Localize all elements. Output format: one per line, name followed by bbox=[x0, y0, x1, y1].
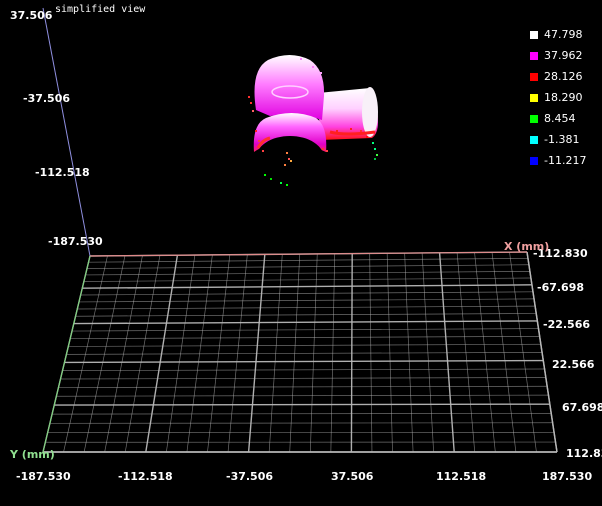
y-tick-label: 187.530 bbox=[542, 470, 592, 483]
grid-line bbox=[75, 313, 537, 317]
legend-item: 18.290 bbox=[530, 87, 600, 108]
x-tick-label: -22.566 bbox=[543, 318, 590, 331]
point-cloud-scene[interactable]: 37.506 -37.506 -112.518 -187.530 -112.83… bbox=[0, 0, 602, 506]
legend-item: 28.126 bbox=[530, 66, 600, 87]
scatter-point bbox=[374, 148, 376, 150]
grid-line bbox=[52, 413, 552, 415]
y-tick-label: -112.518 bbox=[118, 470, 173, 483]
3d-viewport[interactable]: 37.506 -37.506 -112.518 -187.530 -112.83… bbox=[0, 0, 602, 506]
x-axis-line bbox=[89, 251, 528, 257]
y-tick-label: 112.518 bbox=[436, 470, 486, 483]
legend-swatch bbox=[530, 135, 538, 144]
legend-value: 28.126 bbox=[544, 70, 583, 83]
grid-line bbox=[54, 403, 550, 406]
legend-value: -1.381 bbox=[544, 133, 580, 146]
legend-value: 18.290 bbox=[544, 91, 583, 104]
point-cloud-object bbox=[248, 55, 378, 186]
x-tick-label: 22.566 bbox=[552, 358, 595, 371]
scatter-point bbox=[280, 182, 282, 184]
legend-swatch bbox=[530, 114, 538, 123]
grid-line bbox=[82, 284, 532, 289]
scatter-point bbox=[360, 130, 362, 132]
color-legend: 47.798 37.962 28.126 18.290 8.454 -1.381… bbox=[530, 24, 600, 171]
scatter-point bbox=[286, 184, 288, 186]
legend-item: 47.798 bbox=[530, 24, 600, 45]
grid-line bbox=[64, 359, 544, 364]
y-tick-label: 37.506 bbox=[331, 470, 374, 483]
scatter-point bbox=[258, 140, 260, 142]
grid-line bbox=[58, 385, 548, 388]
scatter-point bbox=[320, 72, 322, 74]
grid-line bbox=[70, 336, 540, 340]
grid-line bbox=[62, 368, 545, 371]
legend-value: 47.798 bbox=[544, 28, 583, 41]
grid-line bbox=[80, 291, 533, 296]
grid-line bbox=[386, 253, 393, 453]
y-axis-title: Y (mm) bbox=[9, 448, 55, 461]
legend-swatch bbox=[530, 93, 538, 102]
z-tick-label: -112.518 bbox=[35, 166, 90, 179]
scatter-point bbox=[290, 160, 292, 162]
grid-line bbox=[68, 343, 541, 347]
grid-line bbox=[60, 377, 546, 380]
scatter-point bbox=[366, 136, 368, 138]
legend-value: -11.217 bbox=[544, 154, 587, 167]
grid-line bbox=[56, 394, 549, 397]
scatter-point bbox=[255, 130, 257, 132]
grid-line bbox=[78, 298, 535, 303]
scatter-point bbox=[288, 158, 290, 160]
x-tick-label: 67.698 bbox=[562, 401, 602, 414]
legend-item: 37.962 bbox=[530, 45, 600, 66]
scatter-point bbox=[270, 178, 272, 180]
scatter-point bbox=[284, 164, 286, 166]
z-tick-label: -37.506 bbox=[23, 92, 70, 105]
legend-item: -1.381 bbox=[530, 129, 600, 150]
scatter-point bbox=[252, 110, 254, 112]
z-tick-label: 37.506 bbox=[10, 9, 53, 22]
grid-line bbox=[72, 328, 539, 332]
grid-line bbox=[330, 253, 336, 453]
x-tick-label: 112.830 bbox=[566, 447, 602, 460]
scatter-point bbox=[374, 158, 376, 160]
grid-line bbox=[66, 352, 543, 355]
grid-line bbox=[88, 257, 528, 263]
legend-item: 8.454 bbox=[530, 108, 600, 129]
view-mode-label: simplified view bbox=[55, 4, 146, 15]
grid-line bbox=[369, 253, 373, 453]
grid-line bbox=[83, 277, 531, 282]
z-tick-label: -187.530 bbox=[48, 235, 103, 248]
grid-line bbox=[86, 264, 529, 269]
scatter-point bbox=[250, 102, 252, 104]
legend-value: 8.454 bbox=[544, 112, 576, 125]
scatter-point bbox=[326, 150, 328, 152]
grid-line bbox=[85, 270, 530, 276]
legend-swatch bbox=[530, 30, 538, 39]
scatter-point bbox=[286, 152, 288, 154]
scatter-point bbox=[336, 130, 338, 132]
y-tick-label: -37.506 bbox=[226, 470, 273, 483]
scatter-point bbox=[372, 142, 374, 144]
legend-item: -11.217 bbox=[530, 150, 600, 171]
scatter-point bbox=[376, 154, 378, 156]
legend-value: 37.962 bbox=[544, 49, 583, 62]
y-tick-label: -187.530 bbox=[16, 470, 71, 483]
grid-line bbox=[49, 422, 553, 424]
floor-grid bbox=[42, 251, 558, 453]
grid-line bbox=[73, 320, 538, 325]
grid-line bbox=[350, 253, 353, 453]
z-axis-line bbox=[42, 7, 91, 257]
x-axis-title: X (mm) bbox=[504, 240, 549, 253]
x-tick-label: -67.698 bbox=[537, 281, 584, 294]
scatter-point bbox=[300, 58, 302, 60]
legend-swatch bbox=[530, 156, 538, 165]
legend-swatch bbox=[530, 72, 538, 81]
legend-swatch bbox=[530, 51, 538, 60]
scatter-point bbox=[264, 174, 266, 176]
scatter-point bbox=[322, 148, 324, 150]
scatter-point bbox=[262, 150, 264, 152]
scatter-point bbox=[350, 128, 352, 130]
grid-line bbox=[77, 305, 536, 310]
scatter-point bbox=[312, 66, 314, 68]
scatter-point bbox=[248, 96, 250, 98]
